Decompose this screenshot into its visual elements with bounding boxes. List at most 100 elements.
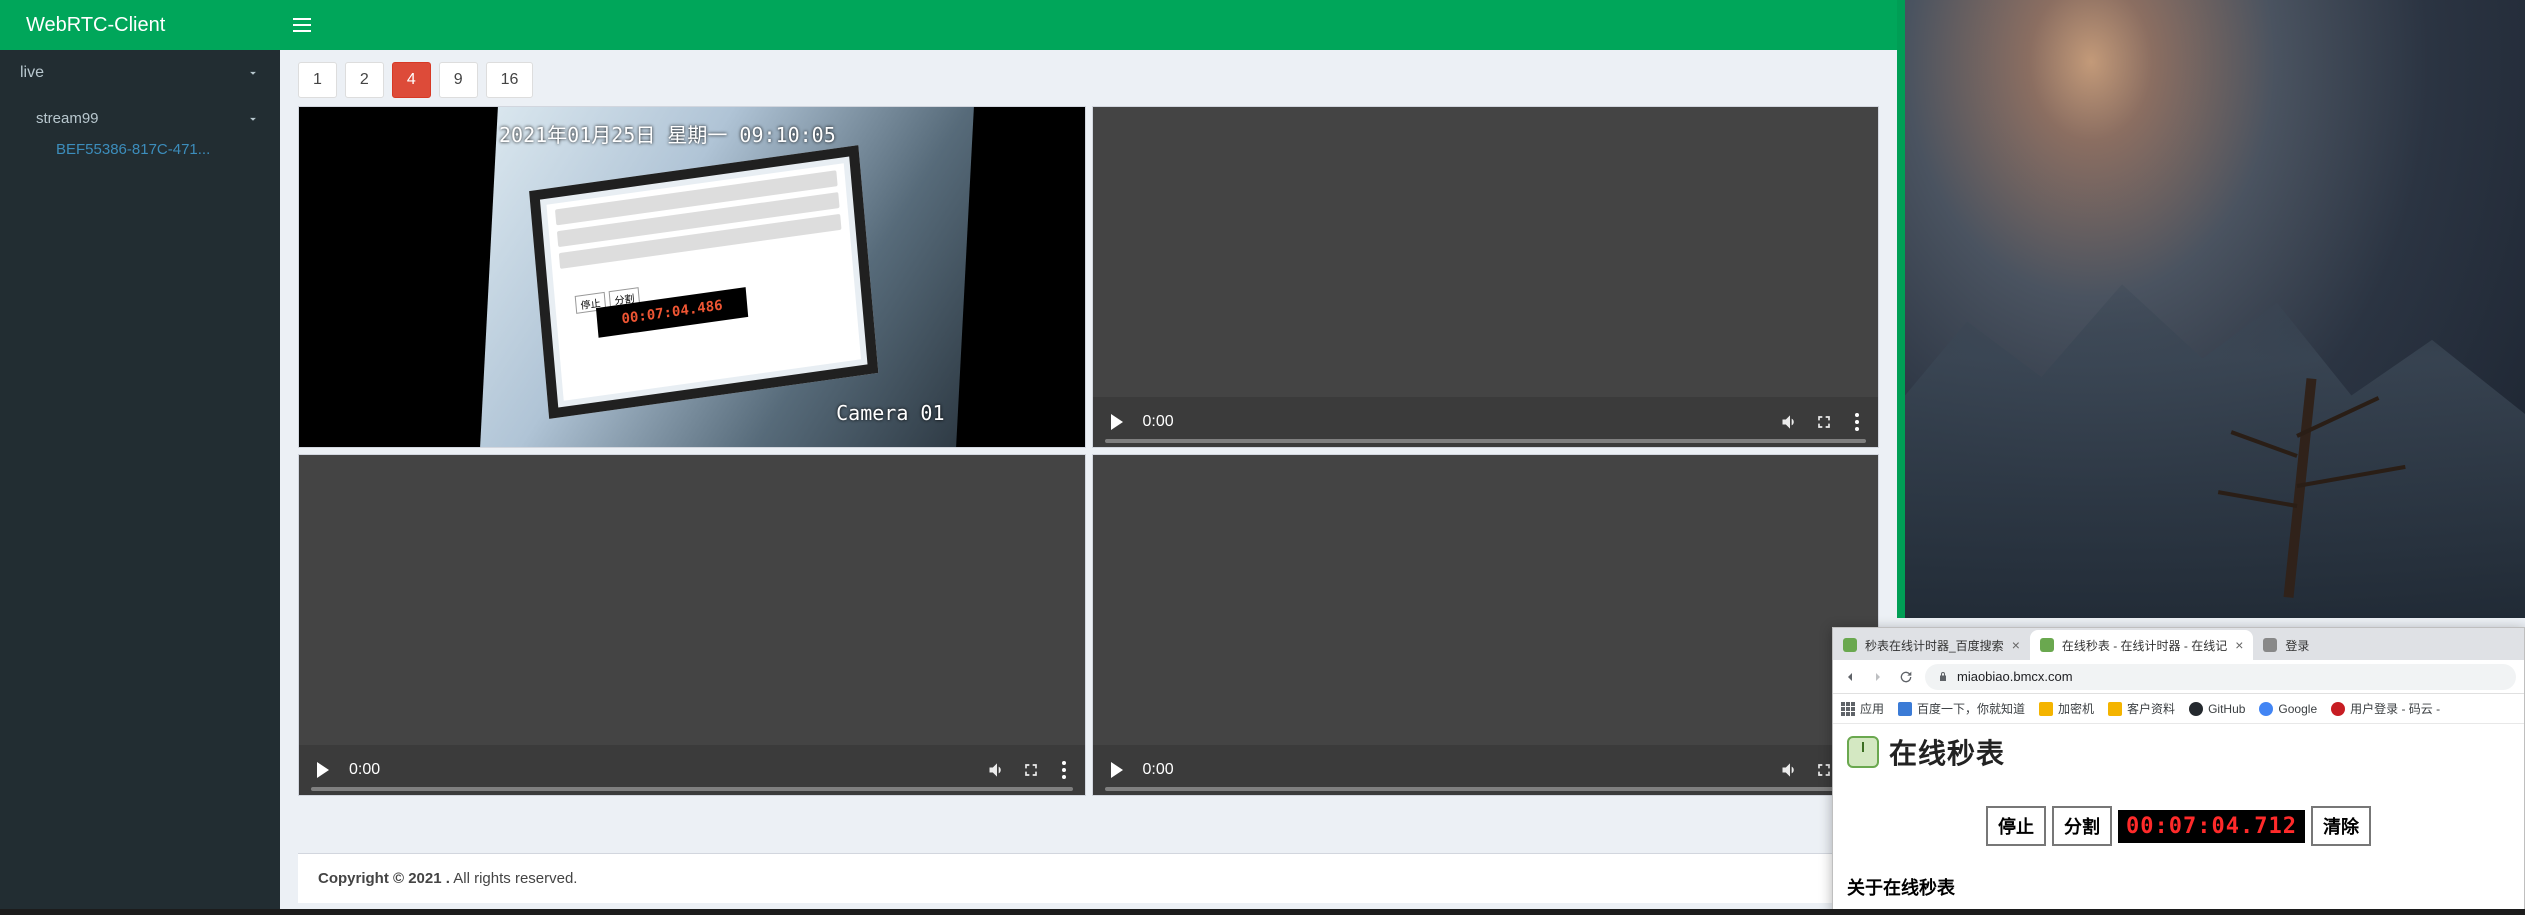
fullscreen-icon[interactable] <box>1814 760 1834 780</box>
bookmark-item[interactable]: 百度一下，你就知道 <box>1898 700 2025 717</box>
more-icon[interactable] <box>1055 761 1073 779</box>
apps-grid-icon <box>1841 702 1855 716</box>
video-track[interactable] <box>1105 787 1867 791</box>
url-text: miaobiao.bmcx.com <box>1957 669 2073 684</box>
stopwatch-clear-button[interactable]: 清除 <box>2311 806 2371 846</box>
bookmark-label: GitHub <box>2208 702 2245 716</box>
hamburger-icon <box>293 24 311 26</box>
video-cell-1[interactable]: 停止 分割 00:07:04.486 2021年01月25日 星期一 09:10… <box>298 106 1086 448</box>
bookmark-item[interactable]: Google <box>2259 702 2317 716</box>
reload-icon[interactable] <box>1897 668 1915 686</box>
sidebar-item-stream-id[interactable]: BEF55386-817C-471... <box>0 141 280 158</box>
camera-timestamp-overlay: 2021年01月25日 星期一 09:10:05 <box>499 119 836 148</box>
video-cell-4[interactable]: 0:00 <box>1092 454 1880 796</box>
sidebar-item-label: live <box>20 64 44 82</box>
play-icon[interactable] <box>1111 762 1123 778</box>
back-icon[interactable] <box>1841 668 1859 686</box>
video-placeholder <box>1093 107 1879 447</box>
tab-title: 秒表在线计时器_百度搜索 <box>1865 637 2004 654</box>
browser-page-content: 在线秒表 停止 分割 00:07:04.712 清除 关于在线秒表 <box>1833 724 2524 908</box>
bookmark-item[interactable]: 加密机 <box>2039 700 2094 717</box>
brand-title: WebRTC-Client <box>0 14 280 37</box>
chevron-down-icon <box>246 66 260 80</box>
bookmark-favicon-icon <box>2331 702 2345 716</box>
bookmark-label: 加密机 <box>2058 700 2094 717</box>
stopwatch-logo-icon <box>1847 736 1879 768</box>
bookmark-item[interactable]: GitHub <box>2189 702 2245 716</box>
favicon-icon <box>2040 638 2054 652</box>
browser-tabstrip: 秒表在线计时器_百度搜索 × 在线秒表 - 在线计时器 - 在线记 × 登录 <box>1833 628 2524 660</box>
play-icon[interactable] <box>1111 414 1123 430</box>
video-grid: 停止 分割 00:07:04.486 2021年01月25日 星期一 09:10… <box>298 106 1879 796</box>
bookmark-label: 用户登录 - 码云 - <box>2350 700 2440 717</box>
video-cell-2[interactable]: 0:00 <box>1092 106 1880 448</box>
bookmark-item[interactable]: 用户登录 - 码云 - <box>2331 700 2440 717</box>
video-placeholder <box>1093 455 1879 795</box>
favicon-icon <box>1843 638 1857 652</box>
play-icon[interactable] <box>317 762 329 778</box>
layout-btn-16[interactable]: 16 <box>486 62 534 98</box>
video-placeholder <box>299 455 1085 795</box>
bookmark-favicon-icon <box>2108 702 2122 716</box>
content-area: 1 2 4 9 16 停止 <box>280 50 1897 915</box>
stopwatch-timer-display: 00:07:04.712 <box>2118 810 2305 843</box>
webrtc-app-window: WebRTC-Client live stream99 BEF55386-817… <box>0 0 1897 915</box>
browser-tab-2[interactable]: 在线秒表 - 在线计时器 - 在线记 × <box>2030 630 2254 660</box>
video-time: 0:00 <box>1143 413 1174 431</box>
tab-title: 登录 <box>2285 637 2309 654</box>
sidebar-item-label: BEF55386-817C-471... <box>56 141 210 158</box>
app-resize-edge[interactable] <box>1897 0 1905 618</box>
volume-icon[interactable] <box>987 760 1007 780</box>
layout-btn-9[interactable]: 9 <box>439 62 478 98</box>
apps-button[interactable]: 应用 <box>1841 700 1884 717</box>
tab-close-icon[interactable]: × <box>2012 637 2020 653</box>
bookmark-favicon-icon <box>1898 702 1912 716</box>
footer: Copyright © 2021 . All rights reserved. <box>298 853 1879 903</box>
camera-feed: 停止 分割 00:07:04.486 2021年01月25日 星期一 09:10… <box>299 107 1085 447</box>
bookmark-label: 百度一下，你就知道 <box>1917 700 2025 717</box>
layout-btn-4[interactable]: 4 <box>392 62 431 98</box>
more-icon[interactable] <box>1848 413 1866 431</box>
tab-title: 在线秒表 - 在线计时器 - 在线记 <box>2062 637 2227 654</box>
layout-btn-1[interactable]: 1 <box>298 62 337 98</box>
video-time: 0:00 <box>1143 761 1174 779</box>
bookmark-item[interactable]: 客户资料 <box>2108 700 2175 717</box>
apps-label: 应用 <box>1860 700 1884 717</box>
fullscreen-icon[interactable] <box>1021 760 1041 780</box>
wallpaper-tree <box>2205 298 2425 598</box>
fullscreen-icon[interactable] <box>1814 412 1834 432</box>
stopwatch-stop-button[interactable]: 停止 <box>1986 806 2046 846</box>
camera-image: 停止 分割 00:07:04.486 <box>480 107 973 447</box>
sidebar-toggle-button[interactable] <box>280 0 324 50</box>
browser-address-bar: miaobiao.bmcx.com <box>1833 660 2524 694</box>
topbar: WebRTC-Client <box>0 0 1897 50</box>
monitor-in-frame: 停止 分割 00:07:04.486 <box>529 145 878 419</box>
volume-icon[interactable] <box>1780 412 1800 432</box>
app-body: live stream99 BEF55386-817C-471... 1 2 4 <box>0 50 1897 915</box>
layout-button-row: 1 2 4 9 16 <box>298 62 1879 98</box>
stopwatch-split-button[interactable]: 分割 <box>2052 806 2112 846</box>
layout-btn-2[interactable]: 2 <box>345 62 384 98</box>
browser-window: 秒表在线计时器_百度搜索 × 在线秒表 - 在线计时器 - 在线记 × 登录 m… <box>1832 627 2525 915</box>
forward-icon[interactable] <box>1869 668 1887 686</box>
copyright-text: Copyright © 2021 . <box>318 870 450 887</box>
omnibox[interactable]: miaobiao.bmcx.com <box>1925 664 2516 690</box>
os-taskbar[interactable] <box>0 909 2525 915</box>
lock-icon <box>1937 671 1949 683</box>
browser-tab-1[interactable]: 秒表在线计时器_百度搜索 × <box>1833 630 2030 660</box>
bookmark-favicon-icon <box>2039 702 2053 716</box>
desktop-wallpaper <box>1905 0 2525 618</box>
camera-label-overlay: Camera 01 <box>836 401 944 425</box>
chevron-down-icon <box>246 112 260 126</box>
video-track[interactable] <box>1105 439 1867 443</box>
sidebar-item-stream99[interactable]: stream99 <box>0 96 280 141</box>
page-heading-row: 在线秒表 <box>1847 732 2510 772</box>
tab-close-icon[interactable]: × <box>2235 637 2243 653</box>
browser-tab-3[interactable]: 登录 <box>2253 630 2319 660</box>
video-cell-3[interactable]: 0:00 <box>298 454 1086 796</box>
volume-icon[interactable] <box>1780 760 1800 780</box>
bookmark-favicon-icon <box>2259 702 2273 716</box>
video-track[interactable] <box>311 787 1073 791</box>
sidebar-item-live[interactable]: live <box>0 50 280 96</box>
stopwatch-controls: 停止 分割 00:07:04.712 清除 <box>1847 806 2510 846</box>
